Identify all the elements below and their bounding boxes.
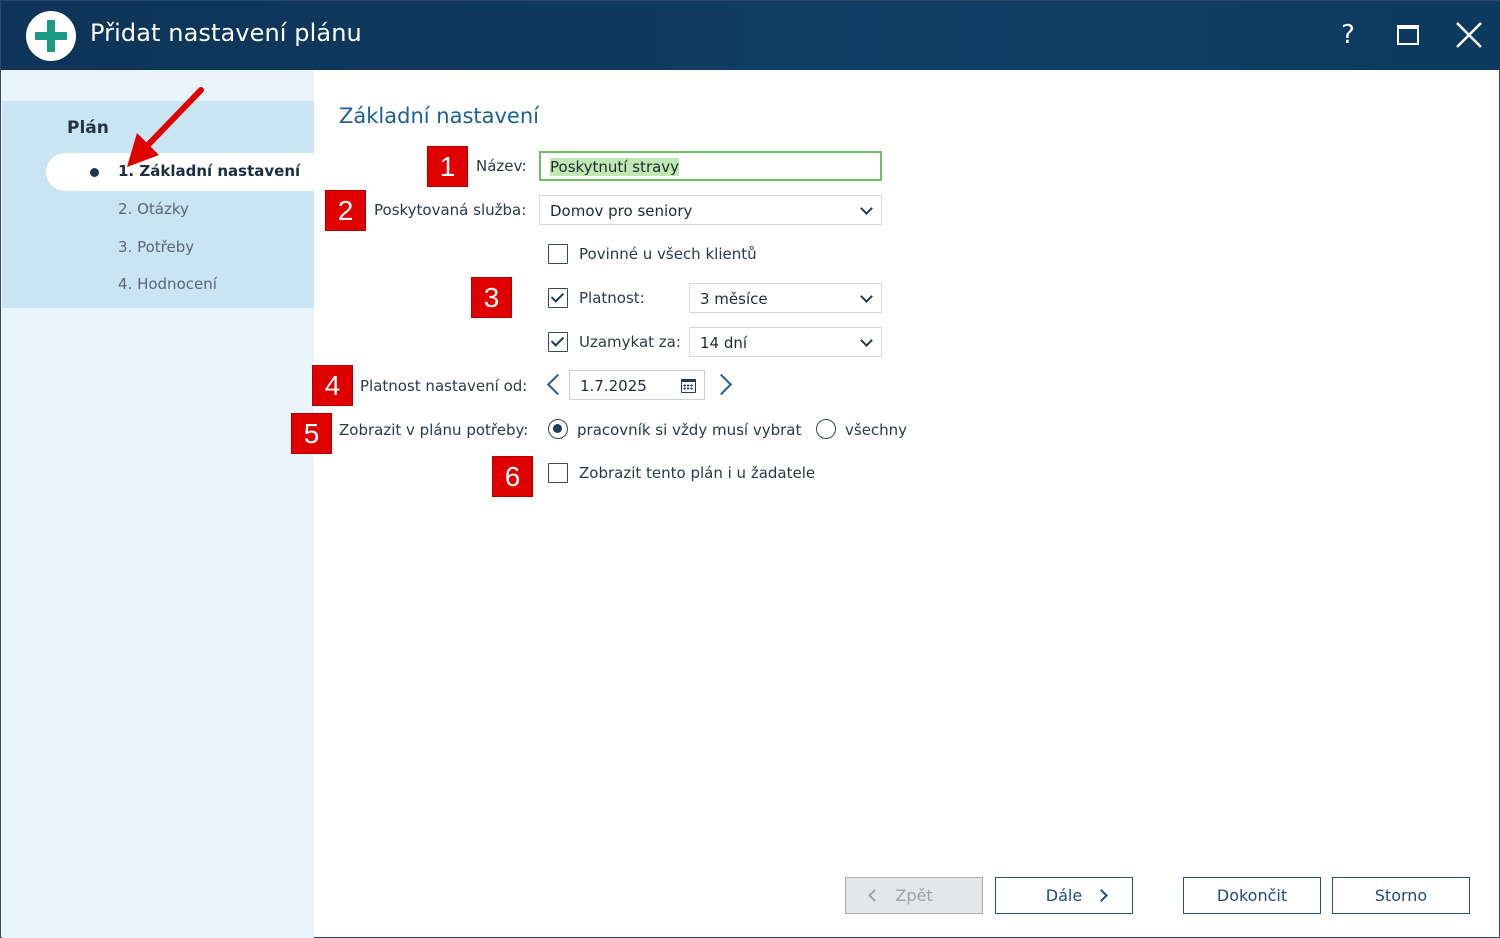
chevron-left-icon xyxy=(868,889,881,902)
annotation-badge-3: 3 xyxy=(471,277,512,318)
show-applicant-label: Zobrazit tento plán i u žadatele xyxy=(579,464,816,482)
chevron-left-icon xyxy=(546,373,569,396)
sidebar-step-label: 1. Základní nastavení xyxy=(118,162,301,180)
sidebar-step-4[interactable]: 4. Hodnocení xyxy=(118,275,217,293)
checkmark-icon xyxy=(550,333,565,347)
radio-worker-choose-label[interactable]: pracovník si vždy musí vybrat xyxy=(577,421,801,439)
help-button[interactable]: ? xyxy=(1328,15,1368,55)
lock-select[interactable]: 14 dní xyxy=(689,327,882,357)
name-input[interactable]: Poskytnutí stravy xyxy=(539,151,882,181)
close-icon xyxy=(1456,22,1482,48)
annotation-badge-2: 2 xyxy=(325,190,366,231)
radio-selected-dot-icon xyxy=(553,424,562,433)
service-label: Poskytovaná služba: xyxy=(374,201,527,219)
lock-label: Uzamykat za: xyxy=(579,333,681,351)
chevron-right-icon xyxy=(710,373,733,396)
sidebar-step-1[interactable]: 1. Základní nastavení xyxy=(46,153,318,191)
active-step-dot-icon xyxy=(90,168,99,177)
back-button-label: Zpět xyxy=(895,886,933,905)
chevron-right-icon xyxy=(1095,889,1108,902)
sidebar-step-3[interactable]: 3. Potřeby xyxy=(118,238,194,256)
maximize-button[interactable] xyxy=(1388,15,1428,55)
mandatory-checkbox[interactable] xyxy=(548,244,568,264)
valid-from-date-input[interactable]: 1.7.2025 xyxy=(569,370,705,400)
radio-all[interactable] xyxy=(816,419,836,439)
radio-worker-choose[interactable] xyxy=(548,419,568,439)
section-title: Základní nastavení xyxy=(339,104,539,128)
cancel-button-label: Storno xyxy=(1374,886,1428,905)
name-input-value: Poskytnutí stravy xyxy=(550,158,680,176)
next-button-label: Dále xyxy=(1045,886,1083,905)
lock-checkbox[interactable] xyxy=(548,332,568,352)
lock-select-value: 14 dní xyxy=(700,334,748,352)
service-select-value: Domov pro seniory xyxy=(550,202,693,220)
show-needs-label: Zobrazit v plánu potřeby: xyxy=(339,421,529,439)
calendar-icon[interactable] xyxy=(681,379,696,393)
annotation-badge-6: 6 xyxy=(492,456,533,497)
finish-button-label: Dokončit xyxy=(1216,886,1288,905)
service-select[interactable]: Domov pro seniory xyxy=(539,195,882,225)
previous-date-button[interactable] xyxy=(544,370,569,400)
add-plus-icon xyxy=(26,11,76,61)
annotation-badge-4: 4 xyxy=(312,365,353,406)
sidebar: Plán 1. Základní nastavení 2. Otázky 3. … xyxy=(2,70,318,938)
chevron-down-icon xyxy=(860,290,873,303)
chevron-down-icon xyxy=(860,202,873,215)
valid-from-label: Platnost nastavení od: xyxy=(360,377,528,395)
title-bar: Přidat nastavení plánu ? xyxy=(1,1,1500,70)
chevron-down-icon xyxy=(860,334,873,347)
checkmark-icon xyxy=(550,289,565,303)
annotation-badge-1: 1 xyxy=(427,146,468,187)
show-applicant-checkbox[interactable] xyxy=(548,463,568,483)
close-button[interactable] xyxy=(1449,15,1489,55)
maximize-icon xyxy=(1397,25,1419,45)
cancel-button[interactable]: Storno xyxy=(1332,877,1470,914)
validity-select[interactable]: 3 měsíce xyxy=(689,283,882,313)
validity-checkbox[interactable] xyxy=(548,288,568,308)
back-button[interactable]: Zpět xyxy=(845,877,983,914)
next-date-button[interactable] xyxy=(710,370,735,400)
radio-all-label[interactable]: všechny xyxy=(845,421,907,439)
mandatory-label: Povinné u všech klientů xyxy=(579,245,757,263)
valid-from-date-value: 1.7.2025 xyxy=(580,377,647,395)
next-button[interactable]: Dále xyxy=(995,877,1133,914)
name-label: Název: xyxy=(476,157,527,175)
window-title: Přidat nastavení plánu xyxy=(90,19,362,47)
sidebar-heading: Plán xyxy=(67,118,109,138)
validity-select-value: 3 měsíce xyxy=(700,290,768,308)
help-icon: ? xyxy=(1341,20,1355,50)
validity-label: Platnost: xyxy=(579,289,645,307)
annotation-badge-5: 5 xyxy=(291,413,332,454)
dialog-window: Přidat nastavení plánu ? Plán 1. Základn… xyxy=(0,0,1500,938)
finish-button[interactable]: Dokončit xyxy=(1183,877,1321,914)
sidebar-step-2[interactable]: 2. Otázky xyxy=(118,200,189,218)
